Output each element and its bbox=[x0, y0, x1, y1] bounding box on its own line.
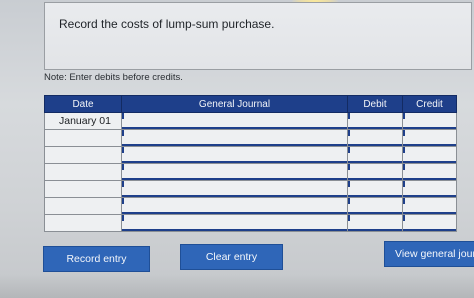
account-select[interactable] bbox=[121, 112, 348, 130]
column-header-credit: Credit bbox=[402, 95, 457, 113]
instruction-panel: Record the costs of lump-sum purchase. bbox=[44, 2, 472, 70]
account-select[interactable] bbox=[121, 214, 348, 232]
table-row bbox=[44, 129, 457, 147]
credit-input[interactable] bbox=[402, 197, 457, 215]
table-row: January 01 bbox=[44, 112, 457, 130]
date-cell bbox=[44, 214, 122, 232]
account-select[interactable] bbox=[121, 180, 348, 198]
credit-input[interactable] bbox=[402, 163, 457, 181]
date-cell bbox=[44, 146, 122, 164]
date-cell: January 01 bbox=[44, 112, 122, 130]
journal-entry-table: Date General Journal Debit Credit Januar… bbox=[44, 95, 457, 232]
debit-input[interactable] bbox=[347, 112, 403, 130]
debit-input[interactable] bbox=[347, 146, 403, 164]
instruction-text: Record the costs of lump-sum purchase. bbox=[59, 17, 275, 31]
debit-input[interactable] bbox=[347, 129, 403, 147]
credit-input[interactable] bbox=[402, 146, 457, 164]
table-row bbox=[44, 180, 457, 198]
journal-entry-screen: Record the costs of lump-sum purchase. N… bbox=[0, 0, 474, 298]
screen-shadow bbox=[0, 274, 474, 298]
date-cell bbox=[44, 129, 122, 147]
clear-entry-button[interactable]: Clear entry bbox=[180, 244, 283, 270]
credit-input[interactable] bbox=[402, 214, 457, 232]
date-cell bbox=[44, 197, 122, 215]
entry-note: Note: Enter debits before credits. bbox=[44, 72, 183, 83]
table-row bbox=[44, 146, 457, 164]
account-select[interactable] bbox=[121, 163, 348, 181]
debit-input[interactable] bbox=[347, 163, 403, 181]
credit-input[interactable] bbox=[402, 129, 457, 147]
credit-input[interactable] bbox=[402, 112, 457, 130]
date-cell bbox=[44, 180, 122, 198]
account-select[interactable] bbox=[121, 146, 348, 164]
column-header-date: Date bbox=[44, 95, 122, 113]
account-select[interactable] bbox=[121, 197, 348, 215]
account-select[interactable] bbox=[121, 129, 348, 147]
record-entry-button[interactable]: Record entry bbox=[43, 246, 150, 272]
table-header-row: Date General Journal Debit Credit bbox=[44, 95, 457, 113]
debit-input[interactable] bbox=[347, 197, 403, 215]
debit-input[interactable] bbox=[347, 214, 403, 232]
table-row bbox=[44, 214, 457, 232]
column-header-general-journal: General Journal bbox=[121, 95, 348, 113]
debit-input[interactable] bbox=[347, 180, 403, 198]
table-row bbox=[44, 163, 457, 181]
date-cell bbox=[44, 163, 122, 181]
credit-input[interactable] bbox=[402, 180, 457, 198]
column-header-debit: Debit bbox=[347, 95, 403, 113]
view-general-journal-button[interactable]: View general journ bbox=[384, 241, 474, 267]
table-row bbox=[44, 197, 457, 215]
